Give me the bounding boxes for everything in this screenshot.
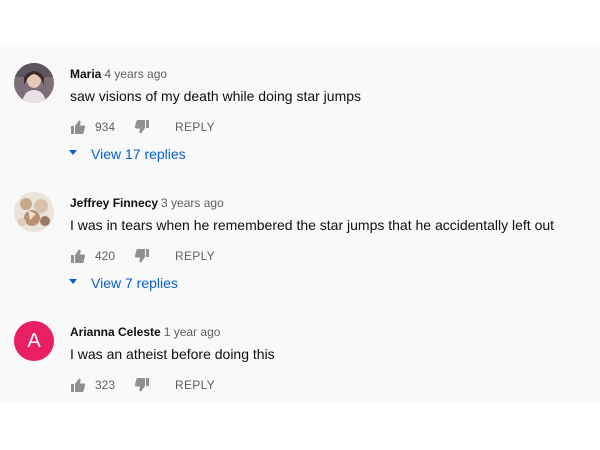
comment-author[interactable]: Maria (70, 67, 101, 81)
caret-down-icon (69, 150, 77, 156)
thumbs-up-icon[interactable] (70, 377, 86, 393)
thumbs-up-icon[interactable] (70, 119, 86, 135)
like-count: 934 (95, 120, 116, 134)
reply-button[interactable]: REPLY (175, 378, 215, 392)
view-replies-label: View 17 replies (91, 145, 186, 162)
caret-down-icon (69, 279, 77, 285)
comment-item: Maria 4 years ago saw visions of my death… (0, 55, 600, 175)
thumbs-down-icon[interactable] (134, 248, 150, 264)
comment-author[interactable]: Arianna Celeste (70, 325, 161, 339)
comment-timestamp[interactable]: 4 years ago (104, 67, 167, 81)
view-replies-button[interactable]: View 7 replies (69, 274, 178, 292)
comment-text: I was in tears when he remembered the st… (70, 217, 555, 233)
like-count: 323 (95, 378, 116, 392)
avatar[interactable]: A (14, 321, 54, 361)
thumbs-down-icon[interactable] (134, 377, 150, 393)
comment-timestamp[interactable]: 3 years ago (161, 196, 224, 210)
view-replies-label: View 7 replies (91, 274, 178, 291)
comment-toolbar: 934 REPLY (70, 119, 270, 135)
comment-toolbar: 323 REPLY (70, 377, 270, 393)
comment-timestamp[interactable]: 1 year ago (164, 325, 221, 339)
like-count: 420 (95, 249, 116, 263)
avatar[interactable] (14, 192, 54, 232)
reply-button[interactable]: REPLY (175, 120, 215, 134)
comment-author[interactable]: Jeffrey Finnecy (70, 196, 158, 210)
comment-item: A Arianna Celeste 1 year ago I was an ath… (0, 313, 600, 433)
comment-toolbar: 420 REPLY (70, 248, 270, 264)
comment-text: I was an atheist before doing this (70, 346, 275, 362)
avatar[interactable] (14, 63, 54, 103)
comment-item: Jeffrey Finnecy 3 years ago I was in tear… (0, 184, 600, 304)
thumbs-up-icon[interactable] (70, 248, 86, 264)
view-replies-button[interactable]: View 17 replies (69, 145, 186, 163)
reply-button[interactable]: REPLY (175, 249, 215, 263)
thumbs-down-icon[interactable] (134, 119, 150, 135)
comments-section: Maria 4 years ago saw visions of my death… (0, 47, 600, 402)
comment-text: saw visions of my death while doing star… (70, 88, 362, 104)
